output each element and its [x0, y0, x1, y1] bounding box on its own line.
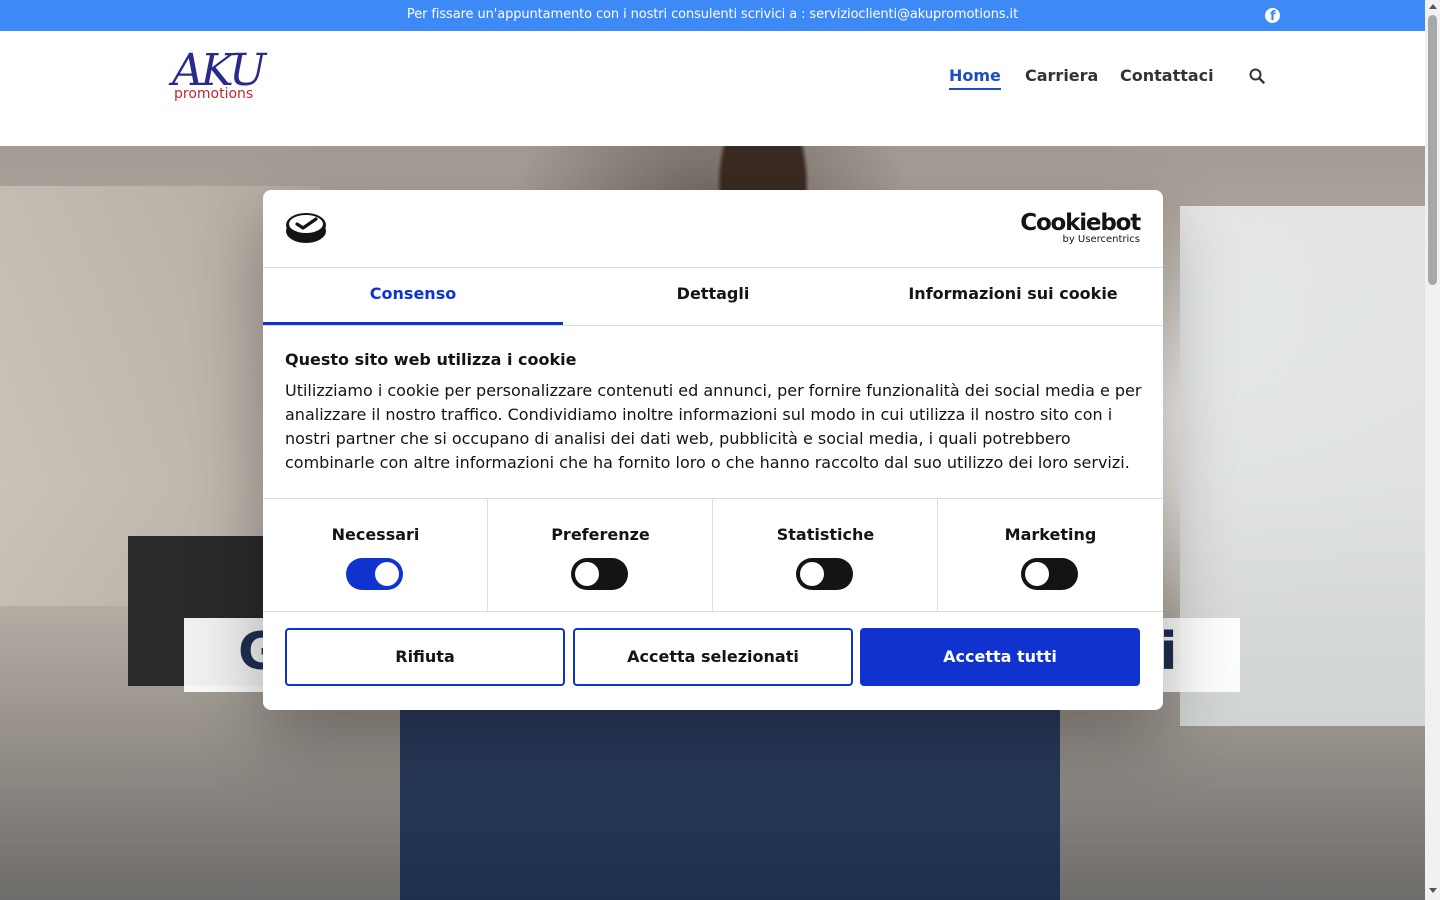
search-icon[interactable]	[1249, 68, 1265, 84]
dialog-header: Cookiebot by Usercentrics	[263, 190, 1163, 268]
accept-selected-button[interactable]: Accetta selezionati	[573, 628, 853, 686]
announcement-text: Per fissare un'appuntamento con i nostri…	[406, 7, 1019, 22]
dialog-title: Questo sito web utilizza i cookie	[285, 350, 577, 369]
toggle-cell-marketing: Marketing	[938, 499, 1163, 612]
tab-informazioni-sui-cookie[interactable]: Informazioni sui cookie	[863, 268, 1163, 326]
nav-carriera[interactable]: Carriera	[1025, 66, 1098, 85]
site-logo[interactable]: AKU promotions	[172, 45, 282, 105]
toggle-knob	[375, 562, 399, 586]
accept-all-button[interactable]: Accetta tutti	[860, 628, 1140, 686]
page-scrollbar[interactable]	[1425, 0, 1440, 900]
toggle-label-marketing: Marketing	[1004, 525, 1097, 544]
toggle-knob	[1025, 562, 1049, 586]
scroll-up-arrow-icon[interactable]	[1429, 4, 1437, 9]
facebook-icon[interactable]: f	[1265, 8, 1280, 24]
cookiebot-brand[interactable]: Cookiebot by Usercentrics	[1020, 210, 1141, 245]
site-header: AKU promotions Home Carriera Contattaci	[0, 31, 1425, 146]
logo-subtitle: promotions	[174, 86, 254, 102]
toggle-preferenze[interactable]	[571, 558, 628, 590]
cookie-consent-dialog: Cookiebot by Usercentrics Consenso Detta…	[263, 190, 1163, 710]
reject-button[interactable]: Rifiuta	[285, 628, 565, 686]
toggle-cell-statistiche: Statistiche	[713, 499, 938, 612]
nav-contattaci[interactable]: Contattaci	[1120, 66, 1214, 85]
nav-home[interactable]: Home	[949, 66, 1001, 90]
tab-dettagli[interactable]: Dettagli	[563, 268, 863, 326]
toggle-knob	[800, 562, 824, 586]
dialog-tabs: Consenso Dettagli Informazioni sui cooki…	[263, 268, 1163, 326]
top-announcement-bar: Per fissare un'appuntamento con i nostri…	[0, 0, 1425, 31]
toggle-label-preferenze: Preferenze	[551, 525, 650, 544]
dialog-description: Utilizziamo i cookie per personalizzare …	[285, 381, 1142, 472]
consent-toggles: Necessari Preferenze Statistiche Marketi…	[263, 498, 1163, 612]
toggle-statistiche[interactable]	[796, 558, 853, 590]
toggle-label-necessari: Necessari	[331, 525, 420, 544]
cookie-logo-icon	[286, 213, 326, 243]
toggle-cell-necessari: Necessari	[263, 499, 488, 612]
toggle-cell-preferenze: Preferenze	[488, 499, 713, 612]
scroll-down-arrow-icon[interactable]	[1429, 888, 1437, 893]
cookiebot-name: Cookiebot	[1020, 210, 1141, 236]
toggle-necessari[interactable]	[346, 558, 403, 590]
toggle-marketing[interactable]	[1021, 558, 1078, 590]
toggle-knob	[575, 562, 599, 586]
tab-consenso[interactable]: Consenso	[263, 268, 563, 325]
scroll-thumb[interactable]	[1428, 15, 1437, 285]
toggle-label-statistiche: Statistiche	[776, 525, 875, 544]
